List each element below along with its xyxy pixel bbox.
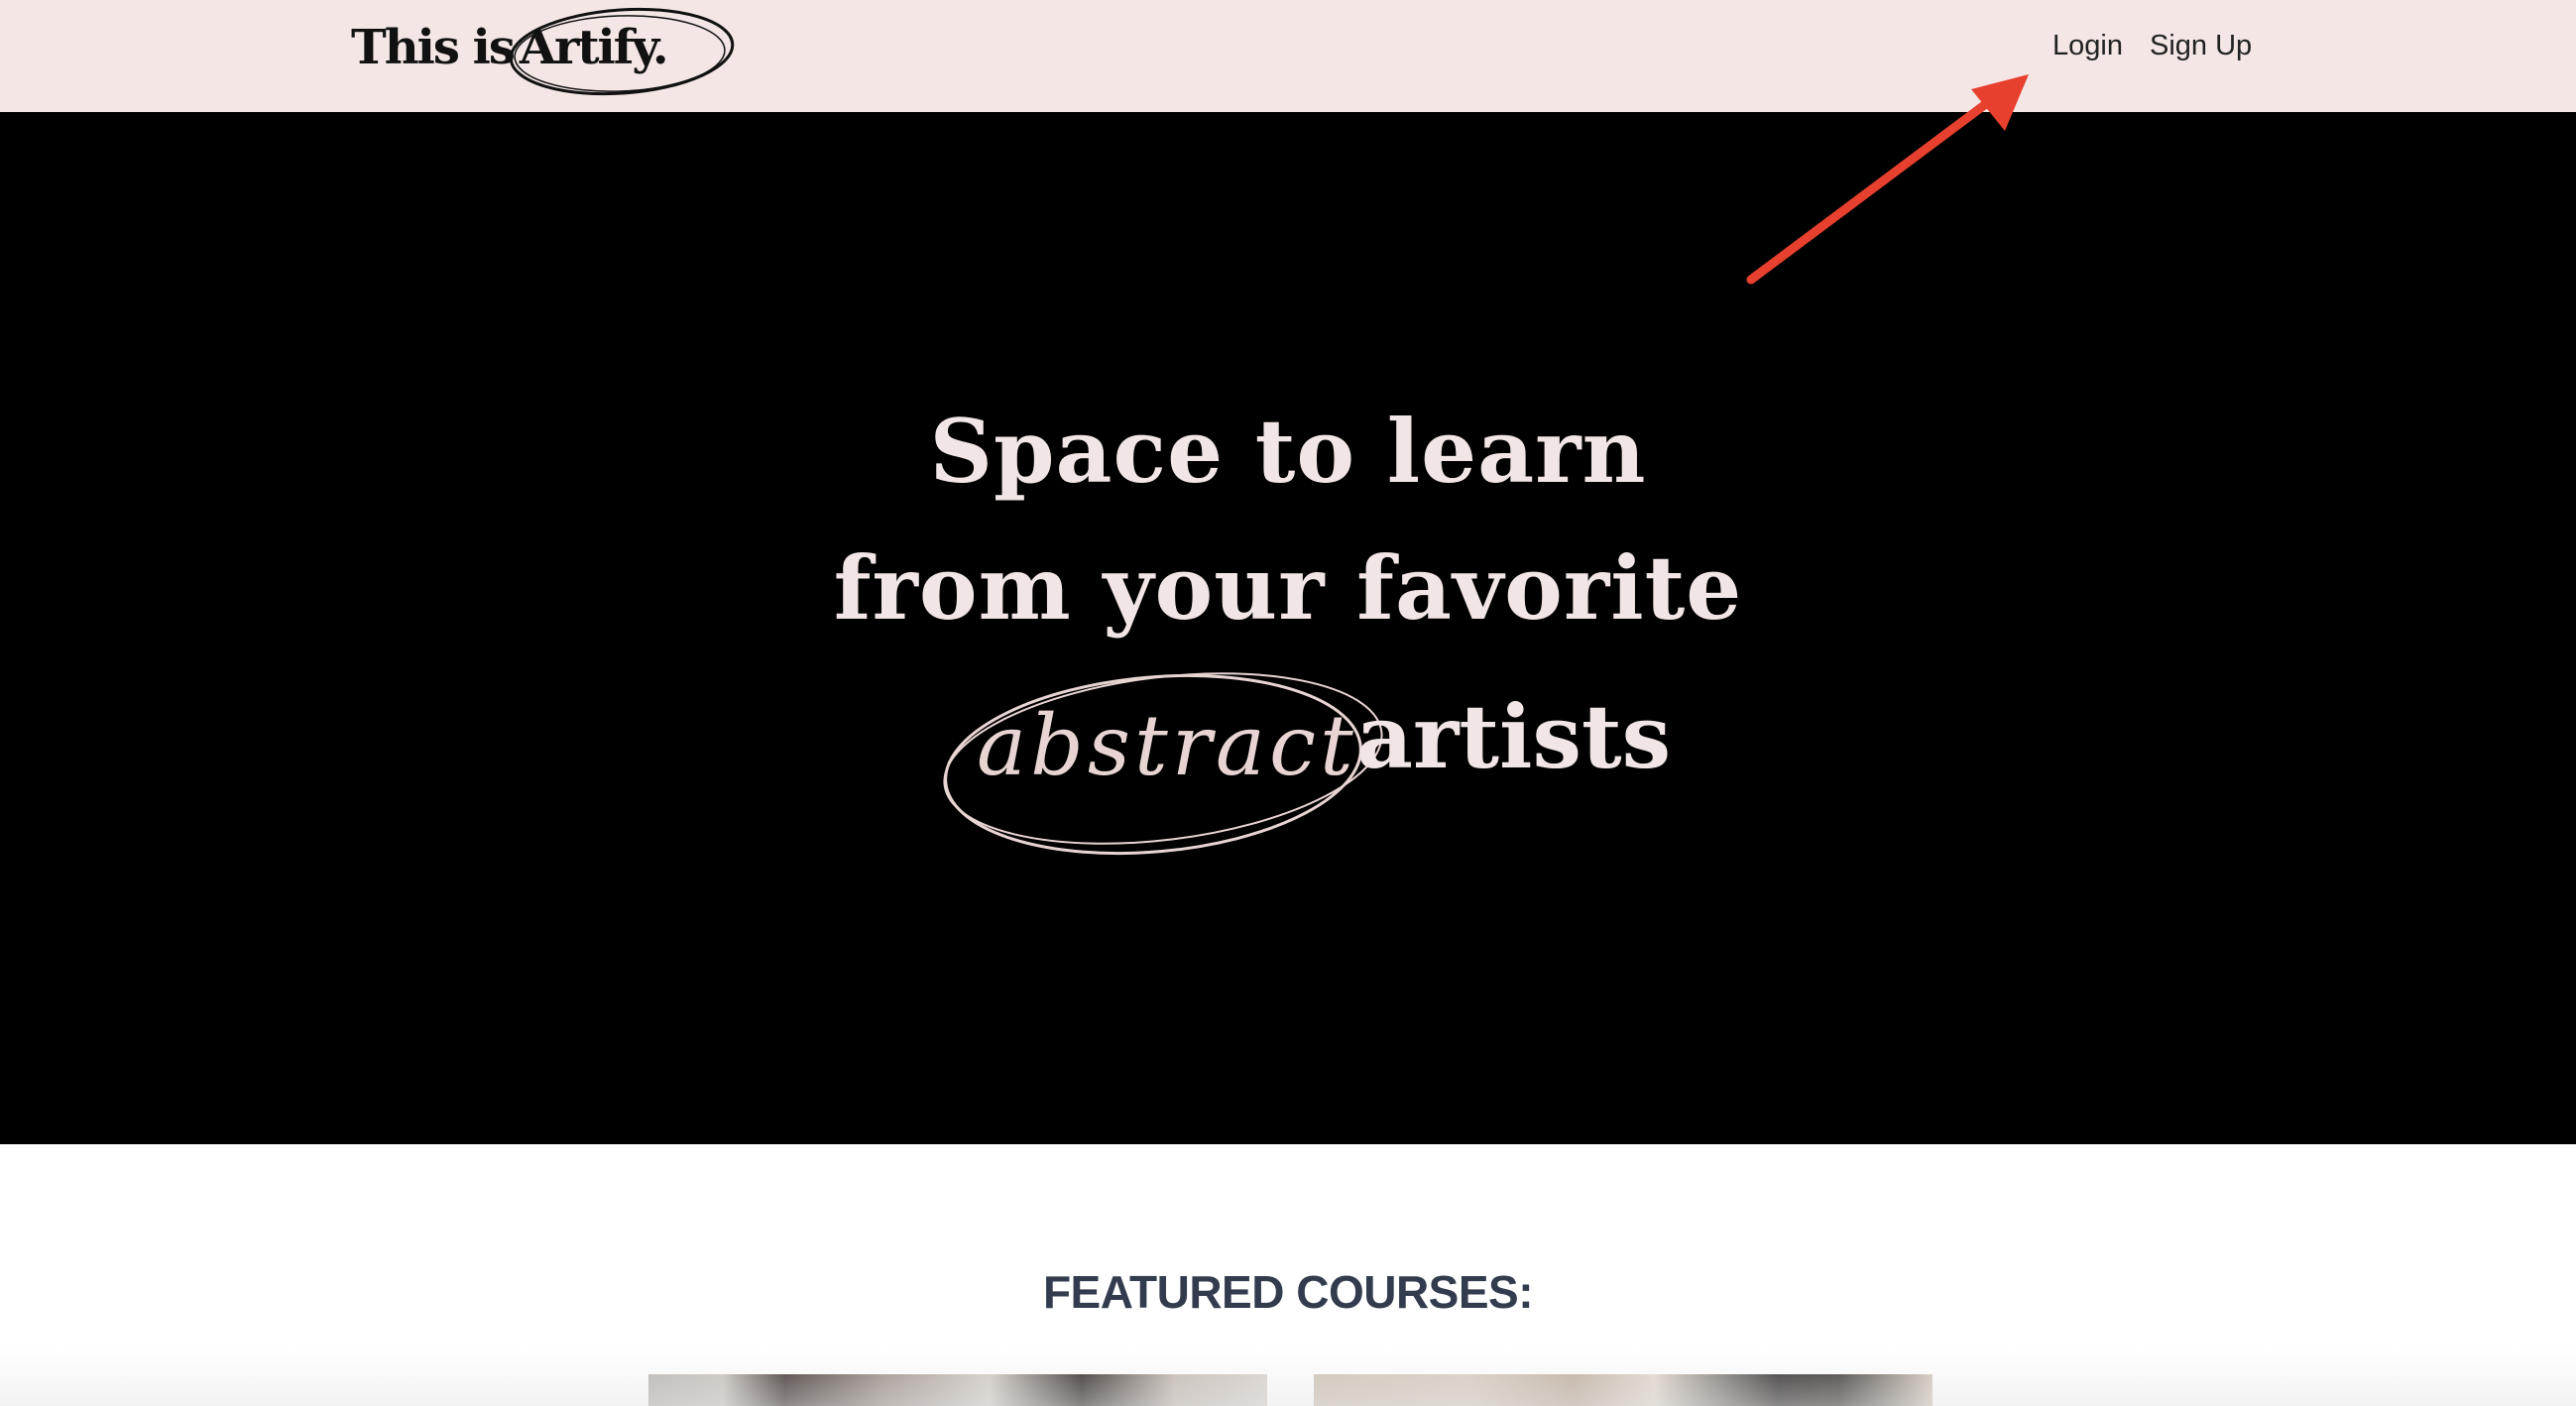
logo-text-part1: This is [351, 20, 516, 75]
hero-headline-line1: Space to learn [929, 400, 1647, 503]
course-card-2[interactable] [1314, 1374, 1932, 1406]
artify-logo[interactable]: This is Artify. [349, 0, 746, 112]
logo-text: This is Artify. [351, 20, 669, 75]
hero-section: Space to learn from your favorite abstra… [0, 112, 2576, 1144]
script-circle-scribble [943, 672, 1383, 856]
course-card-1[interactable] [648, 1374, 1267, 1406]
bottom-fade [0, 1348, 2576, 1406]
hero-script-word: abstract [943, 672, 1383, 856]
login-link[interactable]: Login [2052, 30, 2123, 62]
signup-link[interactable]: Sign Up [2150, 30, 2252, 62]
hero-headline-line2: from your favorite [833, 536, 1743, 640]
logo-text-part2: Artify. [519, 20, 669, 75]
featured-courses-heading: FEATURED COURSES: [1042, 1266, 1534, 1319]
site-header: This is Artify. Login Sign Up [0, 0, 2576, 112]
hero-headline-line3: abstract artists [932, 638, 1686, 885]
hero-headline-artists: artists [1356, 685, 1672, 788]
